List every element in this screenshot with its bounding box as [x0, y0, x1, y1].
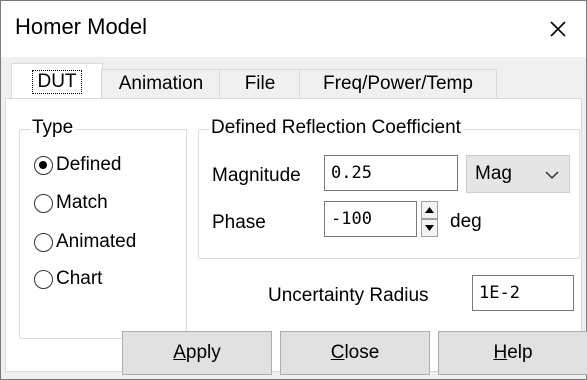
- magnitude-input[interactable]: 0.25: [324, 155, 458, 191]
- phase-label: Phase: [212, 212, 266, 233]
- radio-match[interactable]: Match: [34, 192, 108, 214]
- tab-file[interactable]: File: [219, 69, 301, 98]
- radio-animated[interactable]: Animated: [34, 231, 136, 253]
- chevron-down-icon: [545, 171, 559, 180]
- radio-match-label: Match: [56, 192, 108, 213]
- apply-label-rest: pply: [185, 342, 221, 363]
- type-legend: Type: [30, 117, 76, 139]
- radio-defined[interactable]: Defined: [34, 154, 122, 176]
- tab-animation[interactable]: Animation: [101, 69, 221, 98]
- phase-spin-up-button[interactable]: [421, 201, 438, 219]
- tab-strip: DUT Animation File Freq/Power/Temp: [1, 57, 586, 101]
- uncertainty-label: Uncertainty Radius: [268, 285, 429, 306]
- magnitude-unit-select[interactable]: Mag: [466, 155, 570, 193]
- reflection-group: [198, 129, 580, 259]
- phase-input[interactable]: -100: [324, 201, 417, 237]
- arrow-down-icon: [425, 225, 434, 231]
- radio-match-indicator: [34, 193, 53, 213]
- help-label-rest: elp: [507, 342, 533, 363]
- apply-accel-key: A: [173, 342, 186, 363]
- radio-defined-indicator: [34, 155, 53, 175]
- help-button[interactable]: Help: [438, 331, 587, 375]
- help-accel-key: H: [493, 342, 508, 363]
- apply-button[interactable]: Apply: [122, 331, 272, 375]
- radio-chart-indicator: [34, 269, 53, 289]
- radio-animated-indicator: [34, 232, 53, 252]
- close-icon: [550, 21, 566, 37]
- tab-animation-label: Animation: [118, 73, 204, 94]
- tab-freq-power-temp[interactable]: Freq/Power/Temp: [299, 69, 497, 98]
- phase-spin-down-button[interactable]: [421, 219, 438, 237]
- phase-spinner: [421, 201, 438, 237]
- reflection-legend: Defined Reflection Coefficient: [209, 117, 463, 139]
- magnitude-unit-value: Mag: [475, 163, 512, 184]
- close-accel-key: C: [330, 342, 345, 363]
- radio-chart[interactable]: Chart: [34, 268, 102, 290]
- tab-dut-label: DUT: [32, 70, 82, 94]
- tab-freq-power-temp-label: Freq/Power/Temp: [323, 73, 473, 94]
- radio-defined-label: Defined: [56, 154, 122, 175]
- magnitude-label: Magnitude: [212, 165, 301, 186]
- tab-dut[interactable]: DUT: [11, 63, 103, 100]
- radio-animated-label: Animated: [56, 231, 137, 252]
- radio-chart-label: Chart: [56, 268, 103, 289]
- window-title: Homer Model: [15, 14, 148, 39]
- close-button[interactable]: Close: [280, 331, 430, 375]
- phase-unit-label: deg: [450, 211, 482, 232]
- close-label-rest: lose: [344, 342, 380, 363]
- arrow-up-icon: [425, 207, 434, 213]
- homer-model-dialog: Homer Model DUT Animation File Freq/Powe…: [0, 0, 587, 380]
- tab-file-label: File: [244, 73, 276, 94]
- uncertainty-input[interactable]: 1E-2: [472, 275, 574, 311]
- title-bar: Homer Model: [1, 1, 586, 57]
- close-window-button[interactable]: [530, 1, 586, 57]
